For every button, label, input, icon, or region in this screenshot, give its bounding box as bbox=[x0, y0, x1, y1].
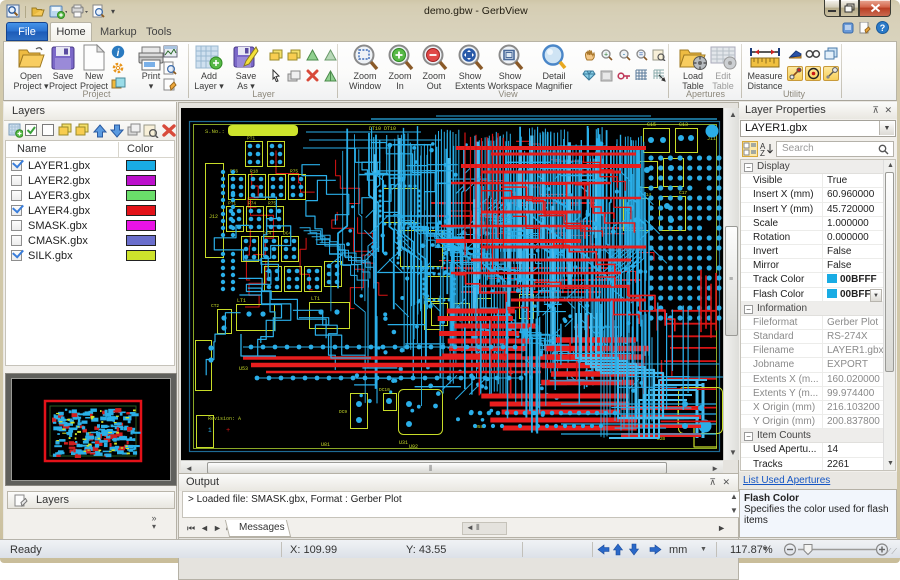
svg-text:+: + bbox=[604, 52, 608, 59]
svg-text:Z: Z bbox=[760, 149, 765, 157]
svg-text:PT1: PT1 bbox=[247, 136, 255, 142]
svg-text:?: ? bbox=[880, 23, 886, 33]
svg-text:=: = bbox=[639, 52, 643, 59]
svg-text:U92: U92 bbox=[409, 444, 418, 450]
svg-text:CT2: CT2 bbox=[211, 303, 219, 309]
svg-text:C15: C15 bbox=[647, 122, 656, 128]
svg-text:R18: R18 bbox=[250, 169, 258, 175]
svg-text:C13: C13 bbox=[679, 122, 688, 128]
svg-text:R75: R75 bbox=[268, 201, 276, 207]
svg-text:R75: R75 bbox=[290, 169, 298, 175]
svg-text:Revision: A: Revision: A bbox=[208, 416, 241, 422]
svg-text:DT10 DT10: DT10 DT10 bbox=[369, 126, 396, 132]
svg-text:LT1: LT1 bbox=[311, 296, 320, 302]
svg-text:R74: R74 bbox=[248, 201, 256, 207]
svg-text:DC9: DC9 bbox=[339, 409, 347, 415]
svg-text:U53: U53 bbox=[239, 366, 248, 372]
svg-text:i: i bbox=[117, 48, 120, 59]
svg-text:DC10: DC10 bbox=[379, 387, 390, 393]
svg-text:C17: C17 bbox=[679, 190, 687, 196]
svg-text:1: 1 bbox=[208, 427, 212, 434]
svg-text:J12: J12 bbox=[209, 214, 218, 220]
svg-text:-: - bbox=[622, 50, 625, 59]
svg-text:LT1: LT1 bbox=[237, 298, 246, 304]
svg-text:U81: U81 bbox=[321, 442, 330, 448]
svg-text:U31: U31 bbox=[399, 440, 408, 446]
svg-text:S.No.:: S.No.: bbox=[205, 128, 225, 135]
svg-text:+: + bbox=[226, 427, 230, 435]
